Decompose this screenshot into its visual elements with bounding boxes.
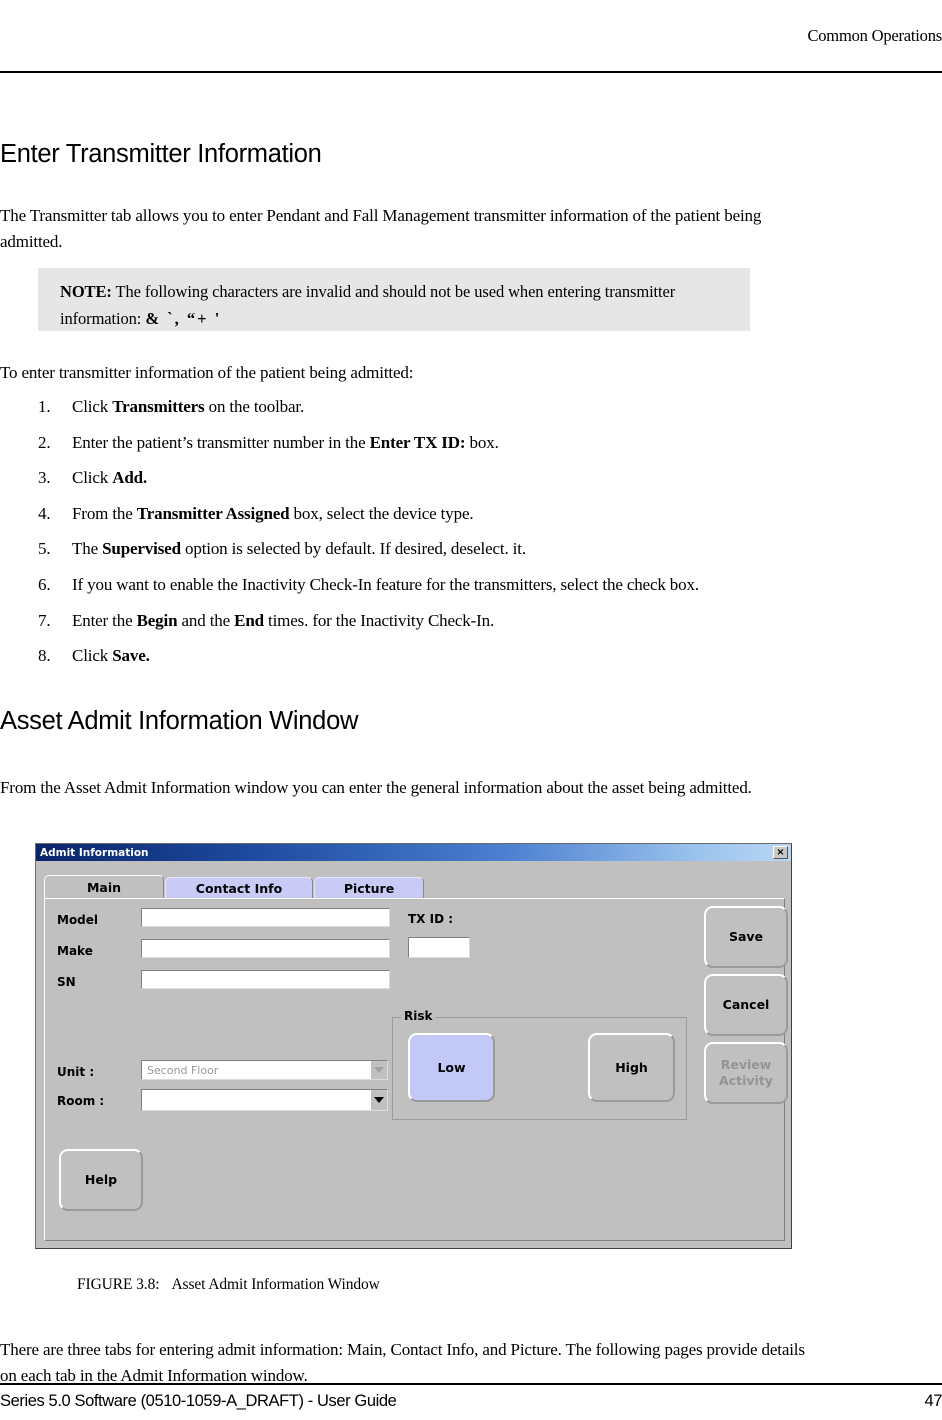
- procedure-lead-in: To enter transmitter information of the …: [0, 363, 414, 382]
- step-number: 5.: [38, 539, 51, 559]
- procedure-step: 6. If you want to enable the Inactivity C…: [0, 574, 860, 596]
- risk-group-label: Risk: [401, 1009, 436, 1023]
- step-text: Click Save.: [72, 646, 150, 666]
- step-text: The Supervised option is selected by def…: [72, 539, 526, 559]
- tab-contact-info[interactable]: Contact Info: [165, 877, 313, 899]
- make-input[interactable]: [141, 939, 390, 958]
- model-label: Model: [57, 913, 99, 927]
- page-footer: Series 5.0 Software (0510-1059-A_DRAFT) …: [0, 1392, 942, 1411]
- step-number: 2.: [38, 432, 51, 452]
- unit-label: Unit :: [57, 1065, 95, 1079]
- sn-label: SN: [57, 975, 76, 989]
- save-button[interactable]: Save: [704, 906, 788, 968]
- risk-groupbox: Risk Low High: [392, 1009, 687, 1120]
- make-label: Make: [57, 944, 93, 958]
- figure-number: FIGURE 3.8:: [77, 1276, 160, 1293]
- review-activity-line1: Review: [720, 1057, 772, 1073]
- figure-caption-text: Asset Admit Information Window: [171, 1276, 380, 1293]
- step-text: Click Add.: [72, 468, 148, 488]
- unit-dropdown[interactable]: Second Floor: [141, 1060, 388, 1080]
- close-icon[interactable]: ×: [773, 846, 788, 859]
- running-header: Common Operations: [807, 26, 942, 45]
- risk-low-button[interactable]: Low: [408, 1033, 495, 1102]
- tx-id-input[interactable]: [408, 937, 470, 958]
- unit-value: Second Floor: [147, 1063, 219, 1077]
- cancel-button[interactable]: Cancel: [704, 974, 788, 1036]
- step-number: 4.: [38, 503, 51, 523]
- note-label: NOTE:: [60, 282, 112, 301]
- note-invalid-characters: & `, “+ ': [145, 308, 222, 328]
- admit-information-dialog: Admit Information × Main Contact Info Pi…: [35, 843, 792, 1249]
- review-activity-button[interactable]: Review Activity: [704, 1042, 788, 1104]
- dialog-title: Admit Information: [40, 846, 149, 859]
- closing-paragraph: There are three tabs for entering admit …: [0, 1340, 805, 1385]
- header-divider: [0, 71, 942, 73]
- chevron-down-icon: [370, 1090, 387, 1110]
- tab-picture[interactable]: Picture: [314, 877, 424, 899]
- page-title-enter-transmitter-information: Enter Transmitter Information: [0, 140, 322, 168]
- chevron-down-icon: [370, 1061, 387, 1079]
- procedure-step: 8. Click Save.: [0, 645, 860, 667]
- step-text: If you want to enable the Inactivity Che…: [72, 574, 699, 594]
- procedure-step: 5. The Supervised option is selected by d…: [0, 538, 860, 560]
- transmitter-intro-paragraph: The Transmitter tab allows you to enter …: [0, 206, 762, 252]
- note-callout: NOTE: The following characters are inval…: [38, 268, 750, 331]
- model-input[interactable]: [141, 908, 390, 927]
- help-button[interactable]: Help: [59, 1149, 143, 1211]
- step-number: 7.: [38, 610, 51, 630]
- risk-high-button[interactable]: High: [588, 1033, 675, 1102]
- review-activity-line2: Activity: [719, 1073, 773, 1088]
- step-text: Enter the patient’s transmitter number i…: [72, 432, 499, 452]
- step-number: 8.: [38, 646, 51, 666]
- step-number: 3.: [38, 468, 51, 488]
- step-text: From the Transmitter Assigned box, selec…: [72, 503, 474, 523]
- tab-panel-main: Model Make SN TX ID : Risk Low High Unit…: [44, 898, 785, 1241]
- procedure-step: 4. From the Transmitter Assigned box, sel…: [0, 503, 860, 525]
- footer-divider: [0, 1383, 942, 1385]
- tx-id-label: TX ID :: [408, 912, 454, 926]
- room-dropdown[interactable]: [141, 1089, 388, 1111]
- footer-page-number: 47: [924, 1392, 942, 1410]
- sn-input[interactable]: [141, 970, 390, 989]
- dialog-tab-strip: Main Contact Info Picture: [44, 875, 425, 899]
- procedure-step: 2. Enter the patient’s transmitter number…: [0, 432, 860, 454]
- step-text: Enter the Begin and the End times. for t…: [72, 610, 495, 630]
- procedure-step: 3. Click Add.: [0, 467, 860, 489]
- procedure-step: 1. Click Transmitters on the toolbar.: [0, 396, 860, 418]
- step-text: Click Transmitters on the toolbar.: [72, 397, 305, 416]
- transmitter-steps-list: 1. Click Transmitters on the toolbar. 2. En…: [0, 396, 860, 681]
- page-title-asset-admit-information-window: Asset Admit Information Window: [0, 707, 359, 735]
- figure-caption: FIGURE 3.8: Asset Admit Information Windo…: [77, 1276, 380, 1294]
- procedure-step: 7. Enter the Begin and the End times. for…: [0, 610, 860, 632]
- room-label: Room :: [57, 1094, 105, 1108]
- tab-main[interactable]: Main: [44, 875, 164, 899]
- step-number: 1.: [38, 397, 51, 416]
- dialog-titlebar: Admit Information ×: [36, 844, 791, 861]
- step-number: 6.: [38, 574, 51, 594]
- asset-admit-intro-paragraph: From the Asset Admit Information window …: [0, 778, 752, 797]
- footer-document-title: Series 5.0 Software (0510-1059-A_DRAFT) …: [0, 1392, 397, 1410]
